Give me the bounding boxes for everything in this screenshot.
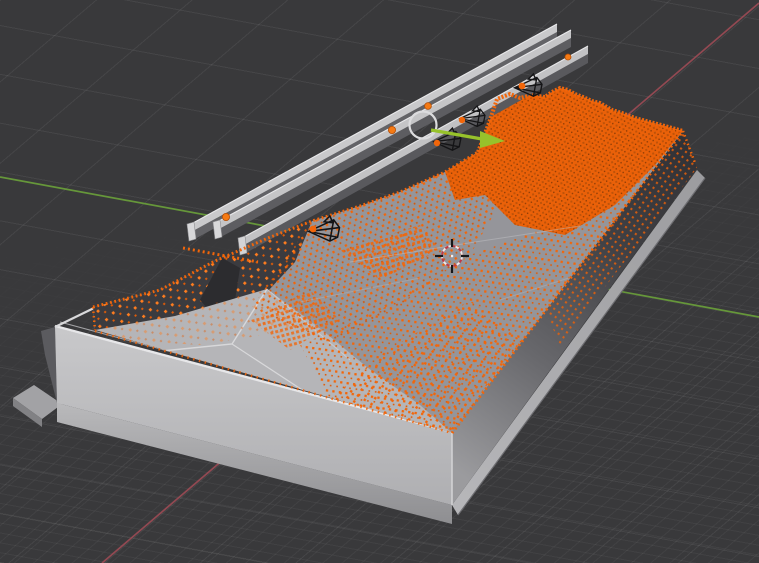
camera-3-dot (519, 83, 526, 90)
camera-2-dot (459, 117, 465, 123)
particle-ball-4[interactable] (565, 54, 571, 60)
3d-viewport[interactable] (0, 0, 759, 563)
camera-1-dot (434, 140, 440, 146)
particle-ball-2[interactable] (388, 126, 395, 133)
scene-canvas[interactable] (0, 0, 759, 563)
particle-ball-3[interactable] (425, 103, 432, 110)
tub-left-rim (55, 308, 94, 327)
particle-ball-1[interactable] (222, 213, 229, 220)
cursor-center-dot (451, 255, 454, 258)
camera-4-dot (310, 226, 317, 233)
